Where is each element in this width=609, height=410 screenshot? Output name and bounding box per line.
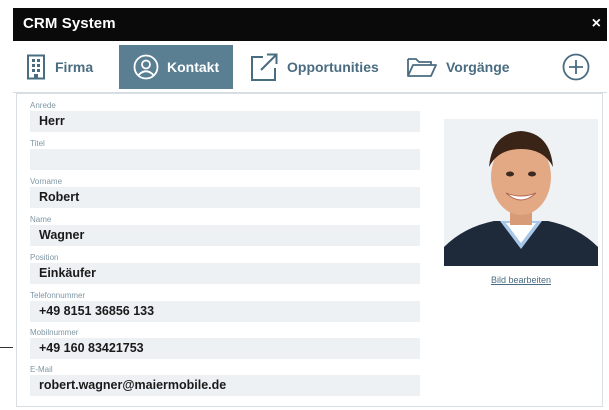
contact-panel: Anrede Herr Titel Vorname Robert Name Wa… xyxy=(16,93,603,407)
crm-window: CRM System × Firma Kontakt Opportunities… xyxy=(13,8,607,410)
tab-vorgaenge[interactable]: Vorgänge xyxy=(406,45,516,89)
field-label: Telefonnummer xyxy=(30,291,86,300)
mobil-input[interactable]: +49 160 83421753 xyxy=(30,338,420,359)
titel-input[interactable] xyxy=(30,149,420,170)
close-button[interactable]: × xyxy=(592,15,601,33)
position-input[interactable]: Einkäufer xyxy=(30,263,420,284)
field-email: E-Mail robert.wagner@maiermobile.de xyxy=(30,364,420,396)
field-label: Vorname xyxy=(30,177,63,186)
edge-line xyxy=(0,347,14,348)
edit-photo-link[interactable]: Bild bearbeiten xyxy=(444,275,598,285)
tab-vorgaenge-label: Vorgänge xyxy=(446,59,510,75)
field-label: Mobilnummer xyxy=(30,328,79,337)
field-name: Name Wagner xyxy=(30,214,420,246)
external-link-icon xyxy=(249,52,279,82)
field-label: Name xyxy=(30,215,52,224)
telefon-input[interactable]: +49 8151 36856 133 xyxy=(30,301,420,322)
email-input[interactable]: robert.wagner@maiermobile.de xyxy=(30,375,420,396)
anrede-input[interactable]: Herr xyxy=(30,111,420,132)
tab-opportunities[interactable]: Opportunities xyxy=(249,45,389,89)
contact-photo xyxy=(444,119,598,266)
field-label: E-Mail xyxy=(30,365,53,374)
add-circle-icon xyxy=(562,53,590,81)
name-input[interactable]: Wagner xyxy=(30,225,420,246)
title-bar: CRM System × xyxy=(13,8,607,41)
field-titel: Titel xyxy=(30,138,420,170)
window-title: CRM System xyxy=(23,15,116,32)
tab-firma-label: Firma xyxy=(55,59,94,75)
building-icon xyxy=(25,54,47,80)
tab-firma[interactable]: Firma xyxy=(13,45,114,89)
tab-kontakt-label: Kontakt xyxy=(167,59,220,75)
vorname-input[interactable]: Robert xyxy=(30,187,420,208)
tab-bar: Firma Kontakt Opportunities Vorgänge xyxy=(13,45,607,93)
field-telefonnummer: Telefonnummer +49 8151 36856 133 xyxy=(30,290,420,322)
tab-kontakt[interactable]: Kontakt xyxy=(119,45,233,89)
person-icon xyxy=(133,54,159,80)
field-label: Anrede xyxy=(30,101,56,110)
tab-opportunities-label: Opportunities xyxy=(287,59,379,75)
field-mobilnummer: Mobilnummer +49 160 83421753 xyxy=(30,327,420,359)
field-anrede: Anrede Herr xyxy=(30,100,420,132)
field-vorname: Vorname Robert xyxy=(30,176,420,208)
add-tab-button[interactable] xyxy=(559,45,593,89)
field-label: Position xyxy=(30,253,59,262)
field-label: Titel xyxy=(30,139,45,148)
folder-icon xyxy=(406,55,438,79)
field-position: Position Einkäufer xyxy=(30,252,420,284)
